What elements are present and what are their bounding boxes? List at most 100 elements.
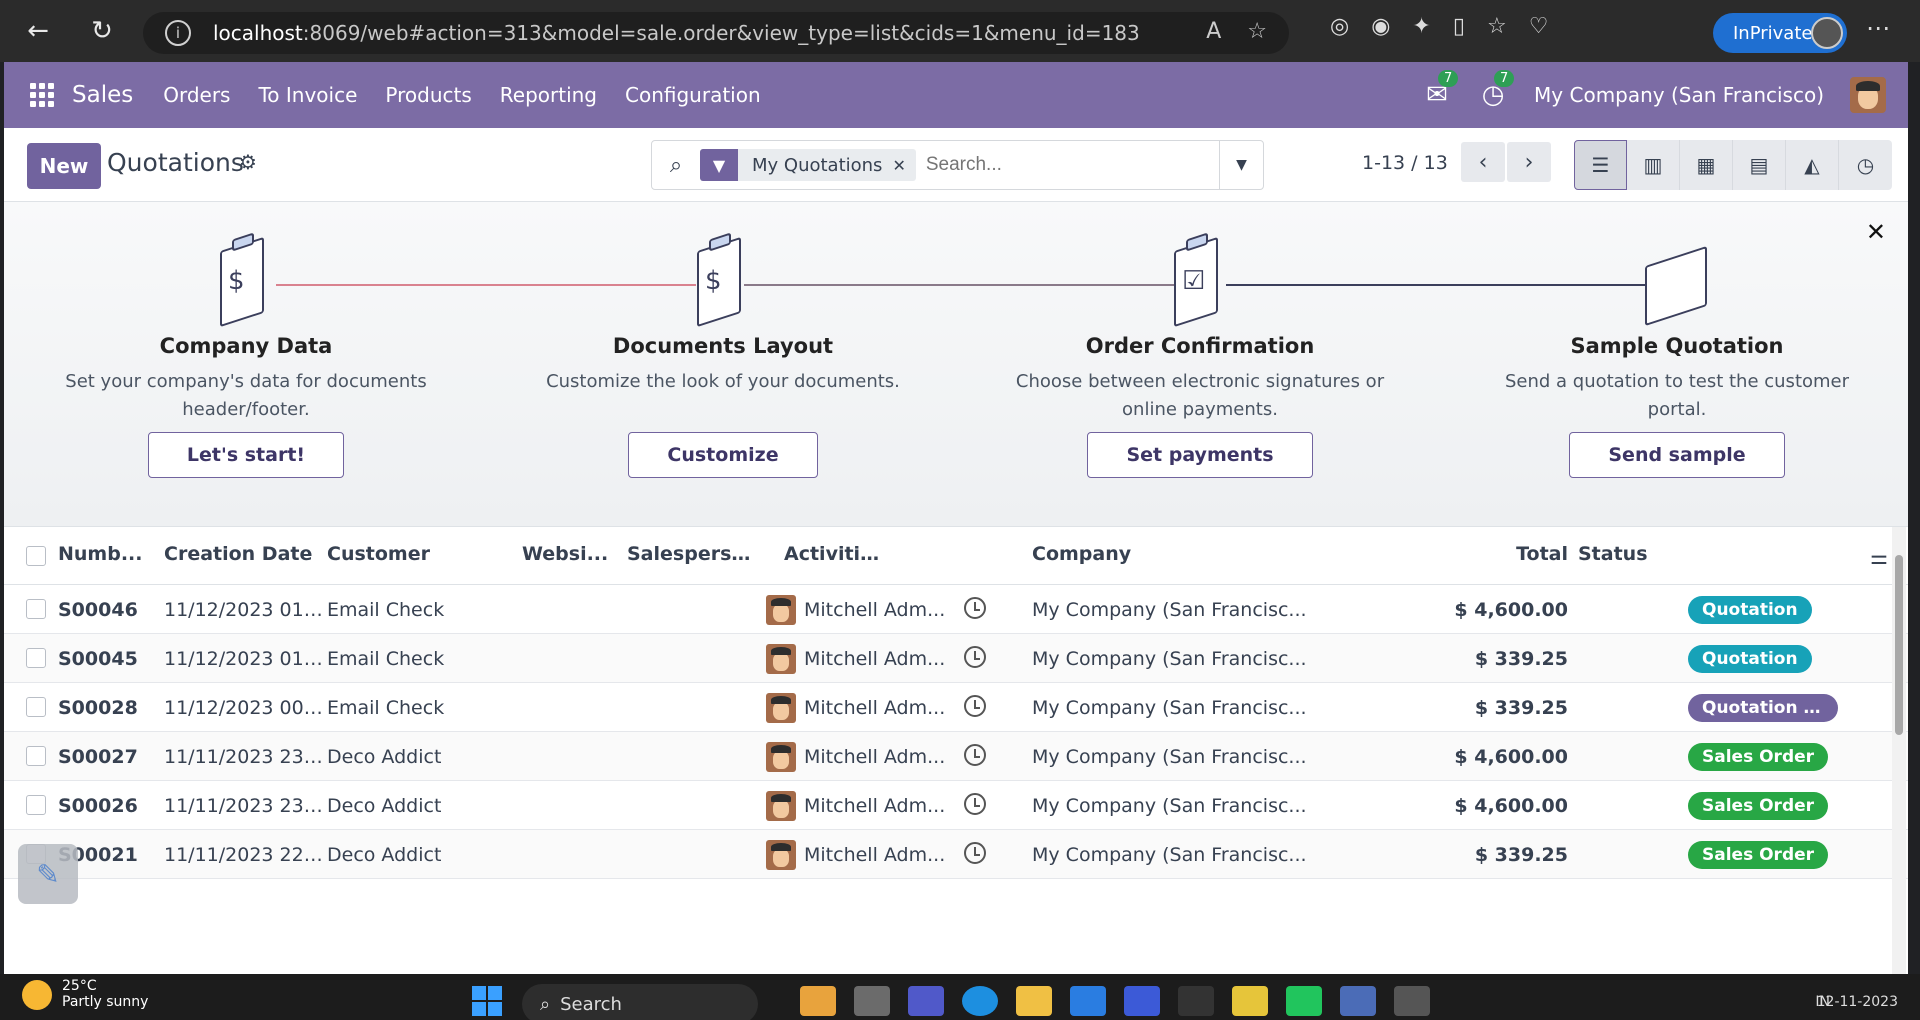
activity-clock-icon[interactable] xyxy=(964,842,986,864)
search-input[interactable] xyxy=(925,154,1216,176)
set-payments-button[interactable]: Set payments xyxy=(1087,432,1313,478)
list-scrollbar[interactable] xyxy=(1892,527,1906,974)
weather-widget[interactable]: 25°C Partly sunny xyxy=(22,978,148,1010)
column-number[interactable]: Numb... xyxy=(58,543,158,565)
new-button[interactable]: New xyxy=(27,143,101,189)
browser-essentials-icon[interactable]: ♡ xyxy=(1529,14,1549,39)
snipping-tool-icon[interactable] xyxy=(1394,986,1430,1016)
customize-button[interactable]: Customize xyxy=(628,432,818,478)
column-customer[interactable]: Customer xyxy=(327,543,447,565)
lets-start-button[interactable]: Let's start! xyxy=(147,432,345,478)
clock-date[interactable]: 12-11-2023 xyxy=(1817,994,1898,1010)
column-creation-date[interactable]: Creation Date xyxy=(164,543,324,565)
menu-configuration[interactable]: Configuration xyxy=(625,83,761,107)
table-row[interactable]: S00026 11/11/2023 23:14:32Deco Addict Mitc… xyxy=(4,781,1908,830)
remove-facet-icon[interactable]: ✕ xyxy=(892,156,915,175)
company-switcher[interactable]: My Company (San Francisco) xyxy=(1534,83,1824,107)
column-activities[interactable]: Activities xyxy=(784,543,884,565)
send-sample-button[interactable]: Send sample xyxy=(1569,432,1785,478)
more-options-icon[interactable]: ⋯ xyxy=(1866,14,1890,42)
table-row[interactable]: S00045 11/12/2023 01:03:48Email Check Mitc… xyxy=(4,634,1908,683)
table-row[interactable]: S0002111/11/2023 22:56:24Deco AddictMitc… xyxy=(4,830,1908,879)
activity-clock-icon[interactable] xyxy=(964,695,986,717)
inprivate-button[interactable]: InPrivate xyxy=(1713,13,1847,53)
column-website[interactable]: Websi... xyxy=(522,543,612,565)
optional-columns-icon[interactable]: ⚌ xyxy=(1870,545,1888,569)
table-row[interactable]: S00046 11/12/2023 01:12:37Email Check Mitc… xyxy=(4,585,1908,634)
floating-edit-icon[interactable]: ✎ xyxy=(18,844,78,904)
column-status[interactable]: Status xyxy=(1578,543,1658,565)
extension-icon-1[interactable]: ◎ xyxy=(1330,14,1349,39)
salesperson: Mitchell Adm... xyxy=(804,795,946,817)
salesperson-avatar[interactable] xyxy=(766,840,796,870)
row-checkbox[interactable] xyxy=(26,648,46,668)
pivot-view-icon[interactable]: ▤ xyxy=(1733,140,1786,190)
row-checkbox[interactable] xyxy=(26,599,46,619)
activity-clock-icon[interactable] xyxy=(964,793,986,815)
extensions-puzzle-icon[interactable]: ✦ xyxy=(1412,14,1430,39)
search-icon[interactable]: ⌕ xyxy=(652,153,700,178)
favorite-star-icon[interactable]: ☆ xyxy=(1247,19,1267,44)
edge-icon[interactable] xyxy=(962,986,998,1016)
file-explorer-icon[interactable] xyxy=(1016,986,1052,1016)
step-title: Company Data xyxy=(159,334,333,358)
menu-orders[interactable]: Orders xyxy=(163,83,230,107)
activity-clock-icon[interactable] xyxy=(964,744,986,766)
activity-clock-icon[interactable] xyxy=(964,646,986,668)
pager-previous-icon[interactable]: ‹ xyxy=(1461,142,1505,182)
taskbar-search[interactable]: ⌕ Search xyxy=(522,984,758,1020)
scroll-thumb[interactable] xyxy=(1895,555,1903,735)
list-view-icon[interactable]: ☰ xyxy=(1574,140,1627,190)
messages-icon[interactable]: ✉ 7 xyxy=(1422,70,1459,110)
refresh-icon[interactable]: ↻ xyxy=(80,9,124,53)
menu-to-invoice[interactable]: To Invoice xyxy=(258,83,357,107)
app-brand[interactable]: Sales xyxy=(72,82,133,108)
back-arrow-icon[interactable]: ← xyxy=(16,9,60,53)
table-row[interactable]: S00027 11/11/2023 23:25:52Deco Addict Mitc… xyxy=(4,732,1908,781)
copilot-icon[interactable] xyxy=(800,986,836,1016)
calendar-view-icon[interactable]: ▦ xyxy=(1680,140,1733,190)
search-options-toggle[interactable]: ▼ xyxy=(1219,141,1263,189)
menu-reporting[interactable]: Reporting xyxy=(500,83,597,107)
column-salesperson[interactable]: Salesperson xyxy=(627,543,757,565)
graph-view-icon[interactable]: ◭ xyxy=(1786,140,1839,190)
user-avatar[interactable] xyxy=(1850,77,1886,113)
activity-clock-icon[interactable] xyxy=(964,597,986,619)
kanban-view-icon[interactable]: ▥ xyxy=(1627,140,1680,190)
row-checkbox[interactable] xyxy=(26,795,46,815)
sticky-notes-icon[interactable] xyxy=(1232,986,1268,1016)
activities-clock-icon[interactable]: ◷ 7 xyxy=(1478,70,1515,110)
app-icon[interactable] xyxy=(1124,986,1160,1016)
activity-view-icon[interactable]: ◷ xyxy=(1839,140,1892,190)
onboarding-step-sample-quotation: Sample Quotation Send a quotation to tes… xyxy=(1477,236,1877,478)
row-checkbox[interactable] xyxy=(26,746,46,766)
salesperson-avatar[interactable] xyxy=(766,595,796,625)
pycharm-icon[interactable] xyxy=(1286,986,1322,1016)
favorites-icon[interactable]: ☆ xyxy=(1487,14,1507,39)
terminal-icon[interactable] xyxy=(1178,986,1214,1016)
salesperson-avatar[interactable] xyxy=(766,693,796,723)
read-aloud-icon[interactable]: A xyxy=(1206,19,1221,44)
pager-next-icon[interactable]: › xyxy=(1507,142,1551,182)
menu-products[interactable]: Products xyxy=(385,83,471,107)
windows-start-icon[interactable] xyxy=(472,986,502,1016)
salesperson-avatar[interactable] xyxy=(766,742,796,772)
table-row[interactable]: S00028 11/12/2023 00:10:01Email Check Mitc… xyxy=(4,683,1908,732)
column-company[interactable]: Company xyxy=(1032,543,1152,565)
gear-icon[interactable]: ⚙ xyxy=(239,150,257,174)
select-all-checkbox[interactable] xyxy=(26,546,46,566)
row-checkbox[interactable] xyxy=(26,697,46,717)
store-icon[interactable] xyxy=(1070,986,1106,1016)
column-total[interactable]: Total xyxy=(1514,543,1568,565)
apps-menu-icon[interactable] xyxy=(30,83,54,107)
site-info-icon[interactable]: i xyxy=(165,20,191,46)
address-bar[interactable]: i localhost :8069/web#action=313&model=s… xyxy=(143,12,1289,54)
teams-icon[interactable] xyxy=(908,986,944,1016)
salesperson-avatar[interactable] xyxy=(766,644,796,674)
remote-desktop-icon[interactable] xyxy=(1340,986,1376,1016)
extension-icon-2[interactable]: ◉ xyxy=(1371,14,1390,39)
task-view-icon[interactable] xyxy=(854,986,890,1016)
split-screen-icon[interactable]: ▯ xyxy=(1453,14,1465,39)
salesperson-avatar[interactable] xyxy=(766,791,796,821)
pager-value[interactable]: 1-13 / 13 xyxy=(1362,152,1448,174)
